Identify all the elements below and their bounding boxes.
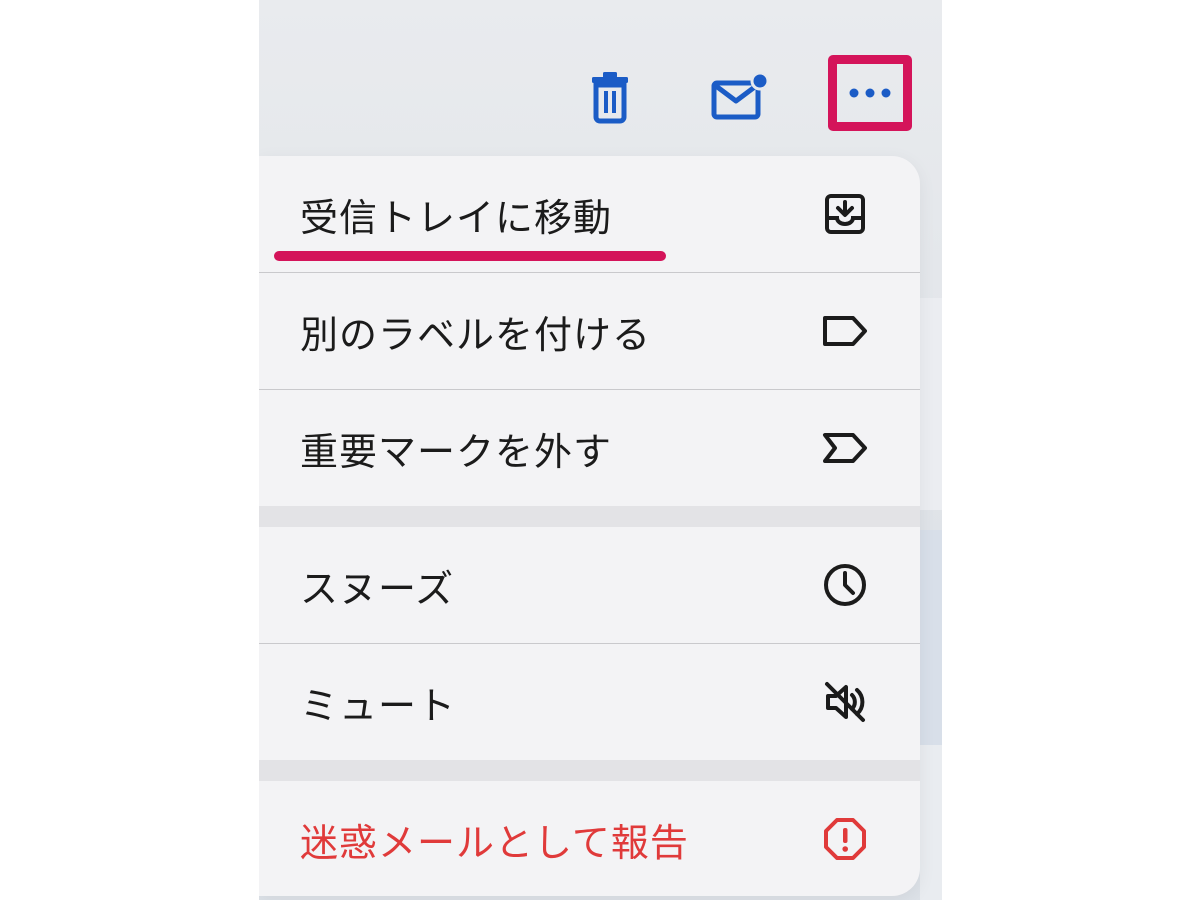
menu-item-label: スヌーズ — [300, 566, 455, 611]
menu-item-label: 迷惑メールとして報告 — [300, 820, 689, 865]
menu-item-label: 受信トレイに移動 — [300, 195, 613, 240]
background-content — [920, 745, 942, 900]
menu-item-report-spam[interactable]: 迷惑メールとして報告 — [259, 781, 920, 896]
menu-item-label: 別のラベルを付ける — [300, 312, 652, 357]
background-content — [920, 530, 942, 745]
menu-item-label: 重要マークを外す — [300, 429, 613, 474]
trash-icon — [592, 72, 628, 124]
background-content — [920, 298, 942, 510]
highlight-underline — [274, 251, 666, 261]
menu-item-unmark-important[interactable]: 重要マークを外す — [259, 390, 920, 506]
move-to-inbox-icon — [821, 190, 869, 238]
menu-item-mute[interactable]: ミュート — [259, 644, 920, 760]
more-options-button[interactable] — [828, 55, 912, 131]
important-mark-icon — [821, 424, 869, 472]
more-horizontal-icon — [849, 88, 891, 98]
mark-unread-button[interactable] — [709, 66, 771, 128]
mute-icon — [821, 678, 869, 726]
menu-item-add-label[interactable]: 別のラベルを付ける — [259, 273, 920, 389]
menu-section-gap — [259, 506, 920, 527]
report-spam-icon — [821, 815, 869, 863]
app-screen: 受信トレイに移動 別のラベルを付ける 重要マークを外す スヌーズ ミュート 迷惑… — [259, 0, 942, 900]
context-menu: 受信トレイに移動 別のラベルを付ける 重要マークを外す スヌーズ ミュート 迷惑… — [259, 156, 920, 896]
menu-item-move-to-inbox[interactable]: 受信トレイに移動 — [259, 156, 920, 272]
menu-section-gap — [259, 760, 920, 781]
menu-item-snooze[interactable]: スヌーズ — [259, 527, 920, 643]
delete-button[interactable] — [579, 66, 641, 128]
clock-icon — [821, 561, 869, 609]
mail-unread-icon — [711, 71, 770, 120]
label-icon — [821, 307, 869, 355]
menu-item-label: ミュート — [300, 683, 457, 728]
